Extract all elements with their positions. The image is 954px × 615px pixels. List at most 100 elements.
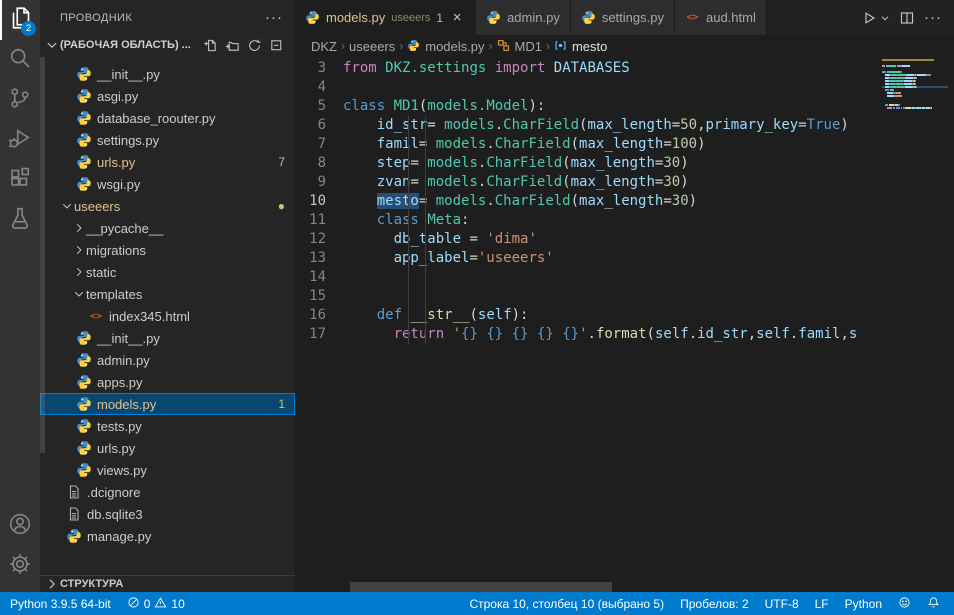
tree-item-urls.py[interactable]: urls.py bbox=[40, 437, 295, 459]
code-line-8[interactable]: 8 step= models.CharField(max_length=30) bbox=[295, 154, 954, 173]
code-line-10[interactable]: 10 mesto= models.CharField(max_length=30… bbox=[295, 192, 954, 211]
search-icon bbox=[8, 46, 32, 75]
split-editor-button[interactable] bbox=[896, 7, 918, 29]
collapse-all-icon-button[interactable] bbox=[267, 36, 285, 54]
horizontal-scrollbar[interactable] bbox=[350, 582, 612, 592]
tree-item-useeers[interactable]: useeers● bbox=[40, 195, 295, 217]
tree-item-__init__.py[interactable]: __init__.py bbox=[40, 63, 295, 85]
code-editor[interactable]: 3from DKZ.settings import DATABASES45cla… bbox=[295, 57, 954, 592]
tree-item-__pycache__[interactable]: __pycache__ bbox=[40, 217, 295, 239]
new-folder-icon-button[interactable] bbox=[223, 36, 241, 54]
problems-status[interactable]: 0 10 bbox=[119, 592, 193, 615]
workspace-section-header[interactable]: (РАБОЧАЯ ОБЛАСТЬ) ... bbox=[40, 35, 295, 55]
new-file-icon-button[interactable] bbox=[201, 36, 219, 54]
minimap-line bbox=[882, 77, 948, 79]
tree-item-static[interactable]: static bbox=[40, 261, 295, 283]
tree-item-__init__.py[interactable]: __init__.py bbox=[40, 327, 295, 349]
run-button[interactable] bbox=[858, 7, 880, 29]
breadcrumb-item-mesto[interactable]: mesto bbox=[554, 39, 607, 54]
tree-item-migrations[interactable]: migrations bbox=[40, 239, 295, 261]
activity-item-settings[interactable] bbox=[0, 546, 40, 586]
tree-item-views.py[interactable]: views.py bbox=[40, 459, 295, 481]
minimap[interactable] bbox=[882, 57, 948, 592]
line-number: 11 bbox=[295, 211, 343, 230]
tree-item-.dcignore[interactable]: .dcignore bbox=[40, 481, 295, 503]
line-number: 9 bbox=[295, 173, 343, 192]
code-line-16[interactable]: 16 def __str__(self): bbox=[295, 306, 954, 325]
python-file-icon bbox=[76, 176, 92, 192]
tab-models.py[interactable]: models.pyuseeers1× bbox=[295, 0, 476, 35]
symbol-field-icon bbox=[554, 39, 568, 53]
line-number: 17 bbox=[295, 325, 343, 344]
run-debug-icon bbox=[8, 126, 32, 155]
indentation-status[interactable]: Пробелов: 2 bbox=[672, 592, 757, 615]
sidebar-scrollbar[interactable] bbox=[40, 57, 45, 453]
python-file-icon bbox=[76, 440, 92, 456]
activity-item-explorer[interactable]: 2 bbox=[0, 0, 40, 40]
code-line-6[interactable]: 6 id_str= models.CharField(max_length=50… bbox=[295, 116, 954, 135]
line-content: famil= models.CharField(max_length=100) bbox=[343, 135, 706, 154]
breadcrumb-item-MD1[interactable]: MD1 bbox=[497, 39, 542, 54]
python-version-label: Python 3.9.5 64-bit bbox=[10, 597, 111, 611]
activity-item-search[interactable] bbox=[0, 40, 40, 80]
code-line-11[interactable]: 11 class Meta: bbox=[295, 211, 954, 230]
cursor-position-status[interactable]: Строка 10, столбец 10 (выбрано 5) bbox=[461, 592, 672, 615]
tree-item-models.py[interactable]: models.py1 bbox=[40, 393, 295, 415]
more-button[interactable]: ··· bbox=[922, 7, 944, 29]
tree-item-wsgi.py[interactable]: wsgi.py bbox=[40, 173, 295, 195]
line-content: app_label='useeers' bbox=[343, 249, 554, 268]
python-file-icon bbox=[581, 10, 596, 25]
bell-icon bbox=[927, 596, 940, 612]
tree-item-manage.py[interactable]: manage.py bbox=[40, 525, 295, 547]
breadcrumb-item-DKZ[interactable]: DKZ bbox=[311, 39, 337, 54]
outline-section-header[interactable]: СТРУКТУРА bbox=[40, 575, 295, 592]
tree-item-tests.py[interactable]: tests.py bbox=[40, 415, 295, 437]
breadcrumb-separator: › bbox=[489, 39, 493, 53]
code-line-3[interactable]: 3from DKZ.settings import DATABASES bbox=[295, 59, 954, 78]
code-line-4[interactable]: 4 bbox=[295, 78, 954, 97]
code-line-12[interactable]: 12 db_table = 'dima' bbox=[295, 230, 954, 249]
code-line-7[interactable]: 7 famil= models.CharField(max_length=100… bbox=[295, 135, 954, 154]
tree-item-admin.py[interactable]: admin.py bbox=[40, 349, 295, 371]
indentation-label: Пробелов: 2 bbox=[680, 597, 749, 611]
tree-item-settings.py[interactable]: settings.py bbox=[40, 129, 295, 151]
chevron-down-icon bbox=[72, 287, 86, 301]
tree-item-label: wsgi.py bbox=[97, 177, 140, 192]
tree-item-asgi.py[interactable]: asgi.py bbox=[40, 85, 295, 107]
line-content: mesto= models.CharField(max_length=30) bbox=[343, 192, 697, 211]
eol-status[interactable]: LF bbox=[807, 592, 837, 615]
tree-item-database_roouter.py[interactable]: database_roouter.py bbox=[40, 107, 295, 129]
tree-item-urls.py[interactable]: urls.py7 bbox=[40, 151, 295, 173]
tab-close-button[interactable]: × bbox=[449, 9, 465, 26]
explorer-sidebar: ПРОВОДНИК ··· (РАБОЧАЯ ОБЛАСТЬ) ... __in… bbox=[40, 0, 295, 592]
code-line-14[interactable]: 14 bbox=[295, 268, 954, 287]
refresh-icon-button[interactable] bbox=[245, 36, 263, 54]
code-line-15[interactable]: 15 bbox=[295, 287, 954, 306]
tab-aud.html[interactable]: <>aud.html bbox=[675, 0, 767, 35]
notifications-button[interactable] bbox=[919, 592, 948, 615]
code-line-17[interactable]: 17 return '{} {} {} {} {}'.format(self.i… bbox=[295, 325, 954, 344]
run-dropdown-button[interactable] bbox=[878, 7, 892, 29]
activity-item-extensions[interactable] bbox=[0, 160, 40, 200]
code-line-5[interactable]: 5class MD1(models.Model): bbox=[295, 97, 954, 116]
tree-item-apps.py[interactable]: apps.py bbox=[40, 371, 295, 393]
encoding-status[interactable]: UTF-8 bbox=[757, 592, 807, 615]
tab-settings.py[interactable]: settings.py bbox=[571, 0, 675, 35]
feedback-button[interactable] bbox=[890, 592, 919, 615]
activity-item-source-control[interactable] bbox=[0, 80, 40, 120]
tree-item-templates[interactable]: templates bbox=[40, 283, 295, 305]
code-line-13[interactable]: 13 app_label='useeers' bbox=[295, 249, 954, 268]
code-line-9[interactable]: 9 zvan= models.CharField(max_length=30) bbox=[295, 173, 954, 192]
python-interpreter-status[interactable]: Python 3.9.5 64-bit bbox=[2, 592, 119, 615]
tree-item-index345.html[interactable]: <>index345.html bbox=[40, 305, 295, 327]
activity-item-run-debug[interactable] bbox=[0, 120, 40, 160]
breadcrumb-item-models.py[interactable]: models.py bbox=[407, 39, 484, 54]
tab-admin.py[interactable]: admin.py bbox=[476, 0, 571, 35]
breadcrumb-item-useeers[interactable]: useeers bbox=[349, 39, 395, 54]
language-mode-status[interactable]: Python bbox=[837, 592, 890, 615]
activity-item-testing[interactable] bbox=[0, 200, 40, 240]
source-control-icon bbox=[8, 86, 32, 115]
activity-item-account[interactable] bbox=[0, 506, 40, 546]
tree-item-db.sqlite3[interactable]: db.sqlite3 bbox=[40, 503, 295, 525]
explorer-more-actions-button[interactable]: ··· bbox=[265, 9, 283, 26]
